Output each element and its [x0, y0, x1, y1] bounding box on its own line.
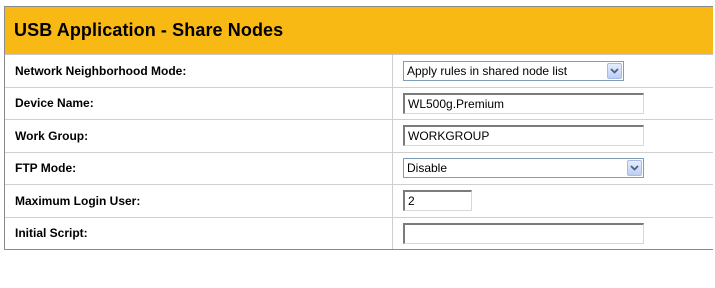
chevron-down-icon[interactable]: [607, 62, 622, 79]
initial-script-label: Initial Script:: [5, 217, 393, 249]
max-login-cell: 2: [393, 185, 713, 217]
chevron-down-icon[interactable]: [627, 160, 642, 177]
row-network-neighborhood-mode: Network Neighborhood Mode: Apply rules i…: [5, 55, 713, 88]
ftp-mode-selected: Disable: [407, 161, 448, 176]
ftp-mode-select[interactable]: Disable: [403, 158, 644, 179]
work-group-cell: WORKGROUP: [393, 120, 713, 152]
panel-header: USB Application - Share Nodes: [5, 7, 713, 55]
max-login-input[interactable]: 2: [403, 190, 472, 212]
network-mode-cell: Apply rules in shared node list: [393, 55, 713, 87]
ftp-mode-cell: Disable: [393, 153, 713, 185]
network-mode-select[interactable]: Apply rules in shared node list: [403, 60, 624, 81]
ftp-mode-label: FTP Mode:: [5, 152, 393, 184]
page-title: USB Application - Share Nodes: [14, 20, 284, 40]
device-name-input[interactable]: WL500g.Premium: [403, 92, 644, 114]
share-nodes-panel: USB Application - Share Nodes Network Ne…: [4, 6, 713, 250]
network-mode-label: Network Neighborhood Mode:: [5, 55, 393, 87]
network-mode-selected: Apply rules in shared node list: [407, 63, 568, 78]
row-ftp-mode: FTP Mode: Disable: [5, 152, 713, 185]
work-group-label: Work Group:: [5, 120, 393, 152]
initial-script-cell: [393, 218, 713, 250]
row-work-group: Work Group: WORKGROUP: [5, 120, 713, 153]
device-name-label: Device Name:: [5, 87, 393, 119]
row-initial-script: Initial Script:: [5, 217, 713, 250]
row-device-name: Device Name: WL500g.Premium: [5, 87, 713, 120]
max-login-label: Maximum Login User:: [5, 185, 393, 217]
work-group-input[interactable]: WORKGROUP: [403, 125, 644, 147]
device-name-cell: WL500g.Premium: [393, 88, 713, 120]
row-maximum-login-user: Maximum Login User: 2: [5, 185, 713, 218]
initial-script-input[interactable]: [403, 222, 644, 244]
